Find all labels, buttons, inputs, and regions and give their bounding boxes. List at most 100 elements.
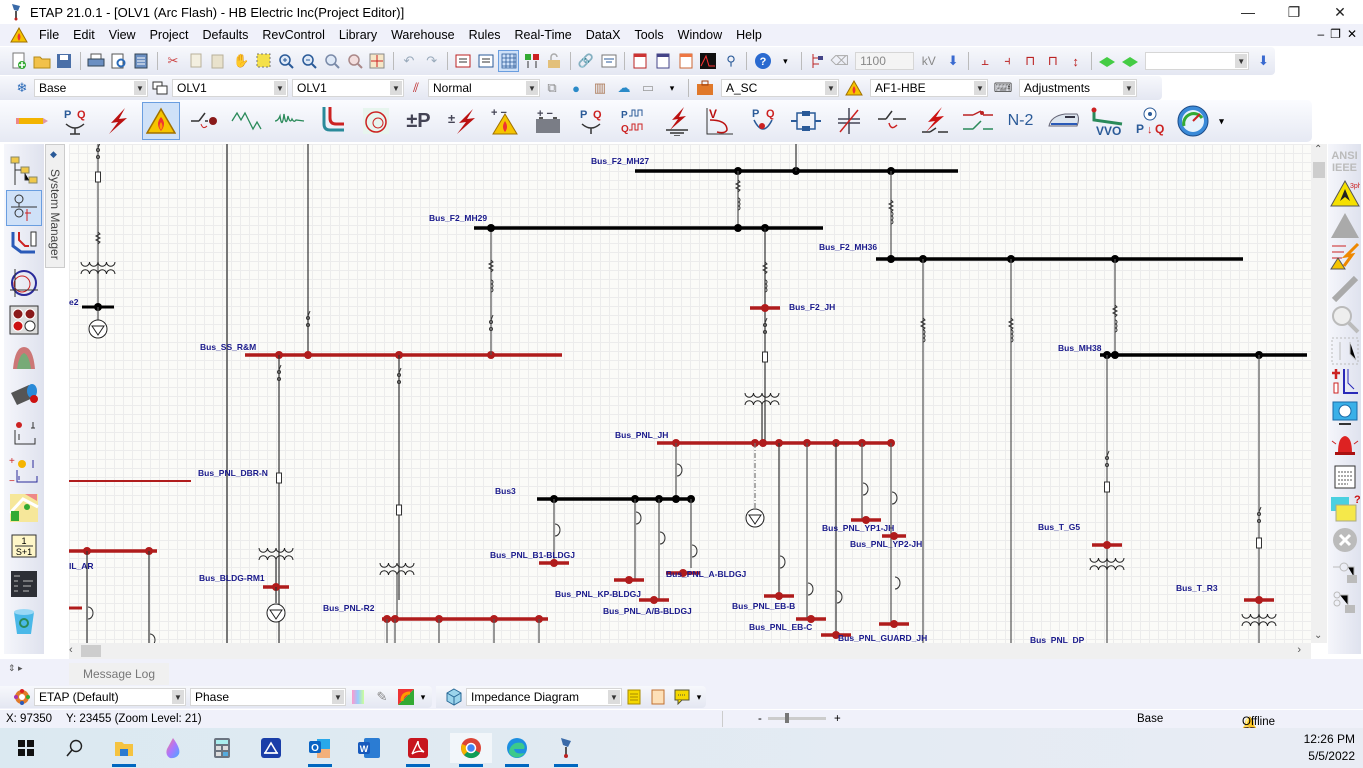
bus-label[interactable]: Bus_F2_JH bbox=[789, 302, 835, 312]
batch-print-icon[interactable] bbox=[131, 50, 152, 72]
copy-icon[interactable] bbox=[185, 50, 206, 72]
reliability-icon[interactable] bbox=[787, 102, 825, 140]
contingency-icon[interactable] bbox=[916, 102, 954, 140]
grid-icon[interactable] bbox=[498, 50, 520, 72]
railway-icon[interactable] bbox=[1045, 102, 1083, 140]
mdi-restore-button[interactable]: ❐ bbox=[1330, 27, 1341, 41]
pan-hand-icon[interactable]: ✋ bbox=[231, 50, 252, 72]
new-project-icon[interactable] bbox=[9, 50, 30, 72]
menu-library[interactable]: Library bbox=[332, 24, 384, 46]
dc-load-flow-icon[interactable]: ±P bbox=[400, 102, 438, 140]
bus-label[interactable]: Bus_PNL_GUARD_JH bbox=[838, 633, 927, 643]
bus-label[interactable]: Bus_PNL_B1-BLDGJ bbox=[490, 550, 575, 560]
n-2-contingency-icon[interactable]: N-2 bbox=[1002, 102, 1040, 140]
menu-help[interactable]: Help bbox=[729, 24, 769, 46]
file-explorer-icon[interactable] bbox=[106, 733, 142, 767]
user-defined-icon[interactable] bbox=[6, 566, 42, 602]
transfer-function-icon[interactable]: 1 S+1 bbox=[6, 528, 42, 564]
scope-icon[interactable] bbox=[698, 50, 719, 72]
search-icon[interactable] bbox=[57, 733, 93, 763]
switching-sequence-icon[interactable] bbox=[873, 102, 911, 140]
chrome-icon[interactable] bbox=[450, 733, 492, 767]
start-icon[interactable] bbox=[8, 733, 44, 763]
color-palette-icon[interactable] bbox=[347, 686, 369, 708]
menu-tools[interactable]: Tools bbox=[627, 24, 670, 46]
bus-label[interactable]: Bus_F2_MH29 bbox=[429, 213, 487, 223]
load-flow-icon[interactable]: PQ bbox=[56, 102, 94, 140]
window-select-icon[interactable]: ▭ bbox=[637, 77, 659, 99]
scroll-up-icon[interactable]: ⌃ bbox=[1314, 144, 1322, 155]
chevron-down-icon[interactable]: ▼ bbox=[134, 81, 146, 95]
bus-node[interactable] bbox=[304, 351, 312, 359]
word-icon[interactable]: W bbox=[351, 733, 387, 763]
star-view-icon[interactable] bbox=[6, 227, 42, 263]
zoom-previous-icon[interactable] bbox=[322, 50, 343, 72]
print-icon[interactable] bbox=[86, 50, 107, 72]
find-icon[interactable]: ⚲ bbox=[721, 50, 742, 72]
open-project-icon[interactable] bbox=[31, 50, 52, 72]
rainbow-theme-icon[interactable] bbox=[395, 686, 417, 708]
chevron-down-icon[interactable]: ▼ bbox=[1235, 54, 1248, 68]
bus-node[interactable] bbox=[487, 224, 495, 232]
project-view-icon[interactable] bbox=[6, 152, 42, 188]
theme-select[interactable]: ETAP (Default) ▼ bbox=[34, 688, 186, 706]
space-vertical-icon[interactable]: ⊓ bbox=[1043, 50, 1064, 72]
system-clock[interactable]: 12:26 PM 5/5/2022 bbox=[1304, 731, 1355, 765]
transient-stability-icon[interactable] bbox=[271, 102, 309, 140]
panel-resize-icon[interactable]: ⇕ ▸ bbox=[8, 663, 23, 674]
bus-node[interactable] bbox=[625, 576, 633, 584]
chevron-down-icon[interactable]: ▼ bbox=[274, 81, 286, 95]
acrobat-icon[interactable] bbox=[400, 733, 436, 767]
voltage-stability-icon[interactable]: V bbox=[701, 102, 739, 140]
motor-acceleration-icon[interactable] bbox=[185, 102, 223, 140]
menu-warehouse[interactable]: Warehouse bbox=[384, 24, 461, 46]
control-circuit-icon[interactable] bbox=[6, 415, 42, 451]
bus-label[interactable]: Bus_PNL_YP1-JH bbox=[822, 523, 894, 533]
restore-button[interactable]: ❐ bbox=[1271, 0, 1317, 24]
chevron-down-icon[interactable]: ▼ bbox=[332, 690, 344, 704]
cut-icon[interactable]: ✂ bbox=[163, 50, 184, 72]
zoom-slider[interactable] bbox=[768, 713, 826, 723]
menu-rules[interactable]: Rules bbox=[462, 24, 508, 46]
menu-window[interactable]: Window bbox=[671, 24, 729, 46]
bus-label[interactable]: Bus_PNL_KP-BLDGJ bbox=[555, 589, 641, 599]
edge-icon[interactable] bbox=[499, 733, 535, 767]
scroll-right-icon[interactable]: › bbox=[1297, 644, 1301, 656]
notes-icon[interactable] bbox=[647, 686, 669, 708]
align-horizontal-icon[interactable]: ⫠ bbox=[974, 50, 995, 72]
etap-taskbar-icon[interactable] bbox=[548, 733, 584, 767]
calculator-icon[interactable] bbox=[204, 733, 240, 763]
scanner-icon[interactable] bbox=[253, 733, 289, 763]
olv-select[interactable]: OLV1 ▼ bbox=[292, 79, 404, 97]
theme-icon[interactable] bbox=[598, 50, 619, 72]
space-horizontal-icon[interactable]: ⊓ bbox=[1020, 50, 1041, 72]
mdi-close-button[interactable]: ✕ bbox=[1347, 27, 1357, 41]
data-sync-icon[interactable]: ● bbox=[565, 77, 587, 99]
bus-label[interactable]: Bus_PNL_DP bbox=[1030, 635, 1085, 643]
study-case-select[interactable]: A_SC ▼ bbox=[721, 79, 839, 97]
menu-project[interactable]: Project bbox=[143, 24, 196, 46]
lock-icon[interactable] bbox=[544, 50, 565, 72]
bus-node[interactable] bbox=[761, 304, 769, 312]
switching-interlock-icon[interactable] bbox=[959, 102, 997, 140]
zoom-in-button[interactable]: + bbox=[834, 713, 841, 725]
copy-config-icon[interactable]: ⧉ bbox=[541, 77, 563, 99]
zoom-out-icon[interactable] bbox=[299, 50, 320, 72]
bus-label[interactable]: Bus_PNL_YP2-JH bbox=[850, 539, 922, 549]
bus-label[interactable]: e2 bbox=[69, 297, 79, 307]
bus-label[interactable]: Bus_PNL_JH bbox=[615, 430, 668, 440]
configuration-select[interactable]: Normal ▼ bbox=[428, 79, 540, 97]
system-manager-tab[interactable]: ◆ System Manager bbox=[45, 144, 65, 268]
help-icon[interactable]: ? bbox=[752, 50, 773, 72]
bus-label[interactable]: Bus_SS_R&M bbox=[200, 342, 256, 352]
phase-select[interactable]: Phase ▼ bbox=[190, 688, 346, 706]
bus-node[interactable] bbox=[672, 495, 680, 503]
bus-node[interactable] bbox=[887, 255, 895, 263]
toolbar-overflow-icon[interactable]: ▾ bbox=[661, 77, 683, 99]
menu-file[interactable]: File bbox=[32, 24, 66, 46]
menu-datax[interactable]: DataX bbox=[579, 24, 628, 46]
bus-node[interactable] bbox=[1255, 596, 1263, 604]
cable-pulling-icon[interactable] bbox=[357, 102, 395, 140]
unbalanced-load-flow-icon[interactable]: PQ bbox=[572, 102, 610, 140]
bus-node[interactable] bbox=[550, 559, 558, 567]
